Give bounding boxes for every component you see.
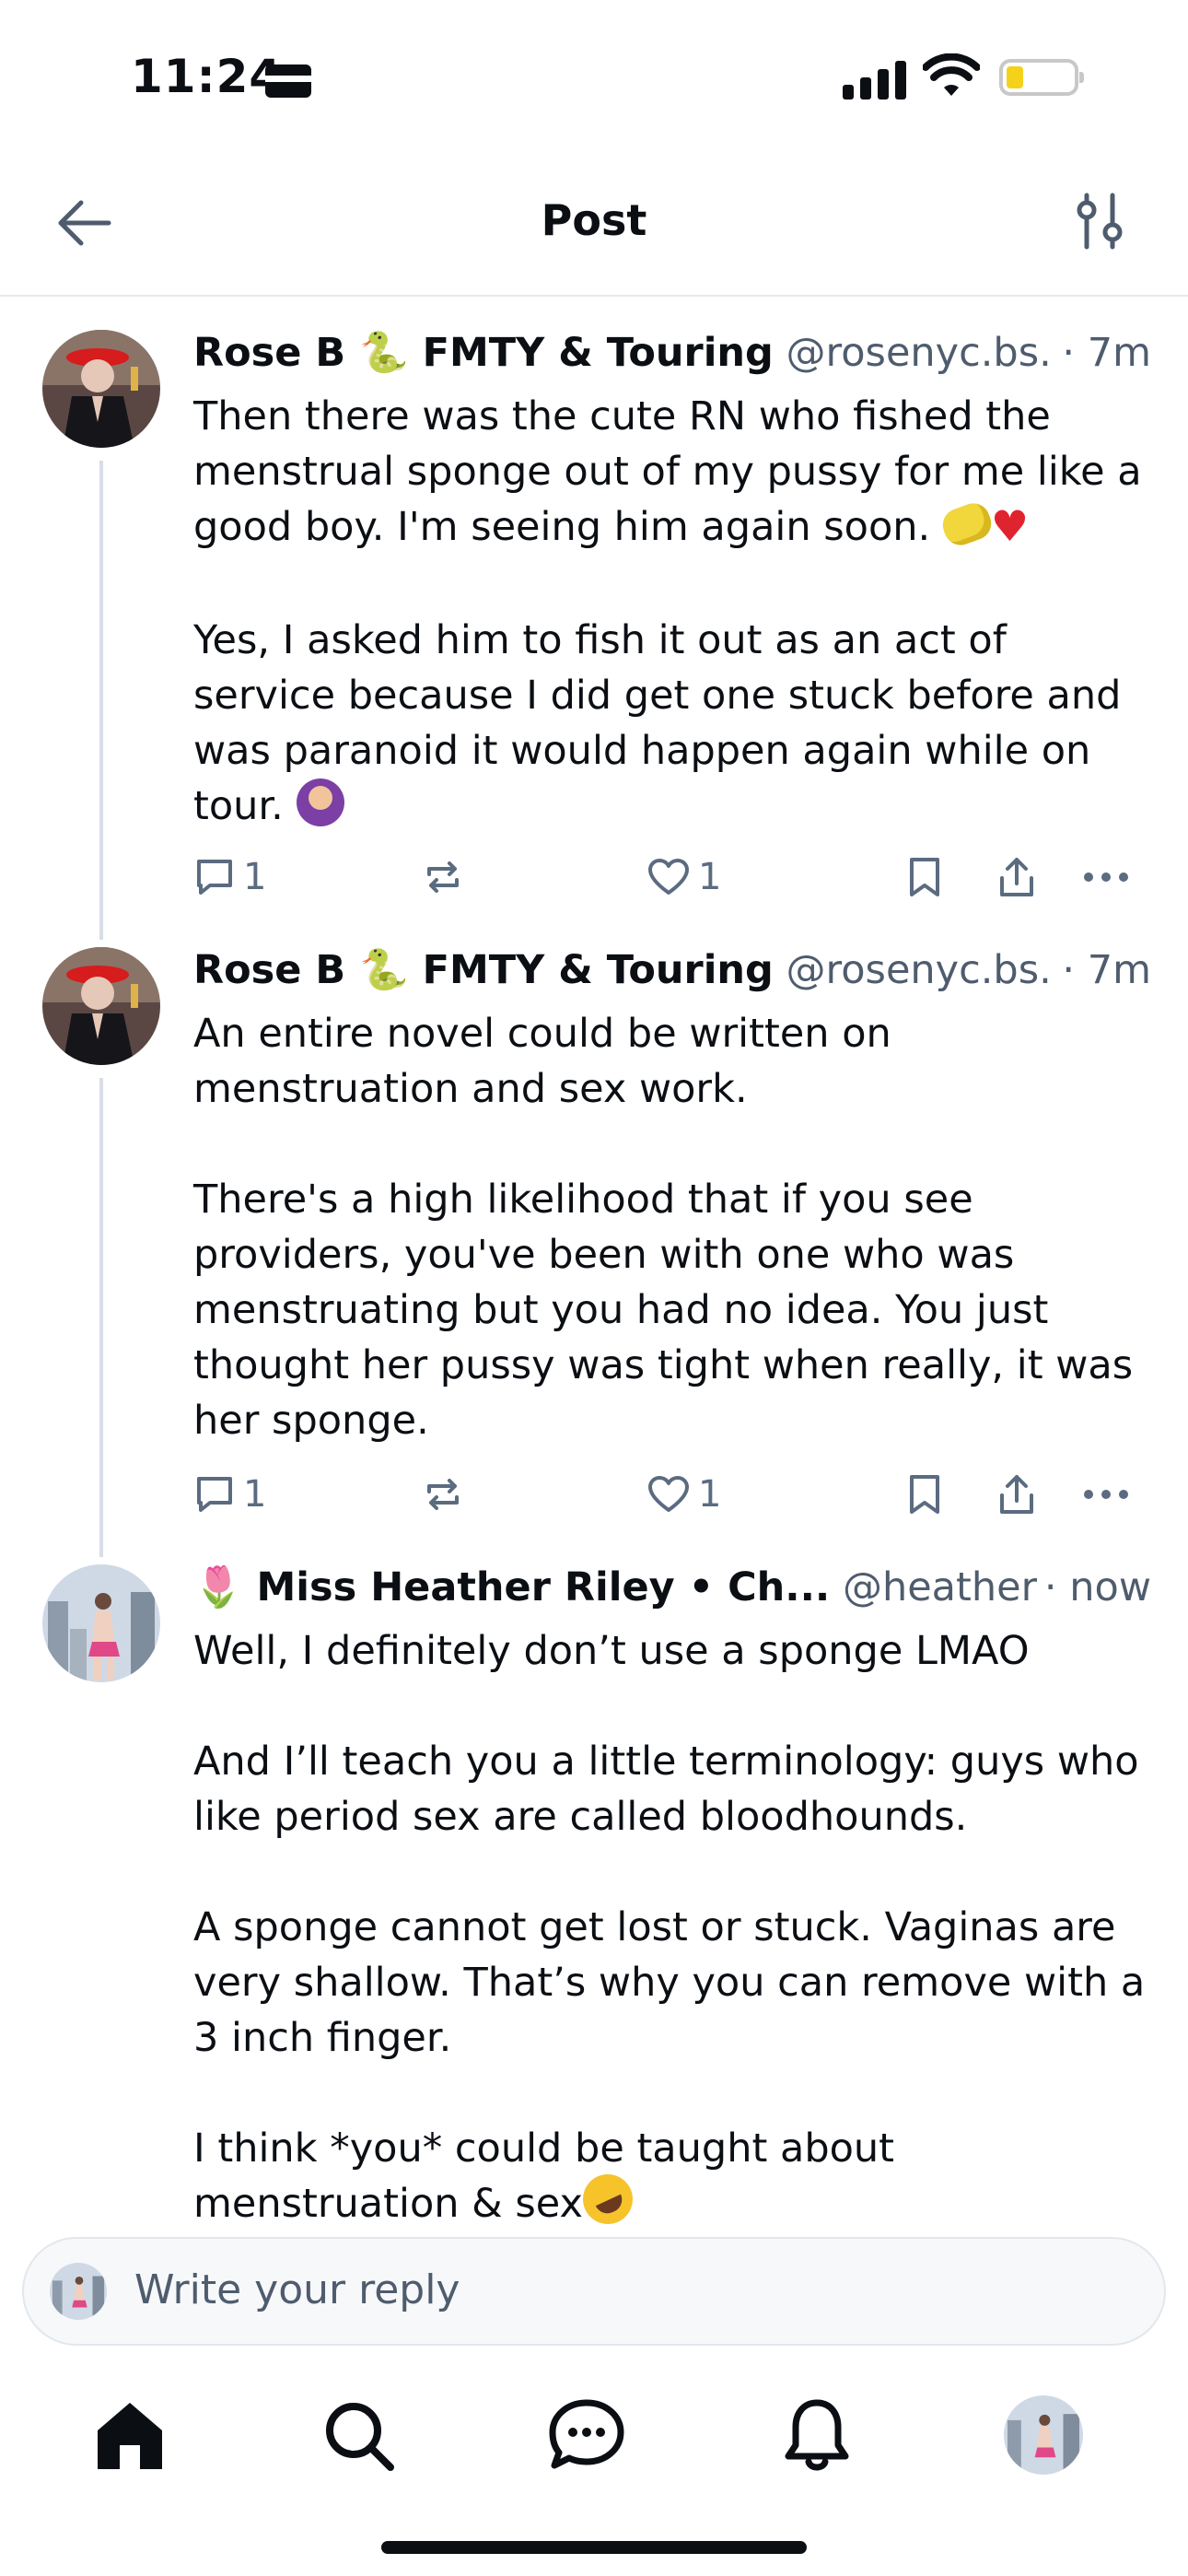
- heart-icon: [648, 1476, 689, 1512]
- post-body: Well, I definitely don’t use a sponge LM…: [193, 1623, 1151, 2228]
- avatar[interactable]: [42, 947, 160, 1065]
- author-name[interactable]: Rose B 🐍 FMTY & Touring: [193, 330, 774, 376]
- bookmark-button[interactable]: [906, 1467, 943, 1522]
- post[interactable]: Rose B 🐍 FMTY & Touring @rosenyc.bs... ·…: [0, 947, 1188, 1537]
- status-bar: 11:24: [0, 0, 1188, 157]
- repost-button[interactable]: [422, 849, 464, 905]
- post-paragraph: Yes, I asked him to fish it out as an ac…: [193, 616, 1122, 829]
- sponge-emoji-icon: [938, 498, 996, 550]
- share-icon: [1000, 1475, 1033, 1514]
- author-handle[interactable]: @rosenyc.bs...: [786, 330, 1077, 376]
- post-paragraph: There's a high likelihood that if you se…: [193, 1177, 1134, 1444]
- post-time: · 7m: [1054, 947, 1151, 993]
- shrug-emoji-icon: [296, 779, 344, 826]
- ellipsis-icon: [1084, 1490, 1128, 1499]
- battery-icon: [999, 59, 1084, 96]
- ellipsis-icon: [1084, 872, 1128, 882]
- author-name[interactable]: 🌷 Miss Heather Riley • Ch...: [193, 1564, 830, 1610]
- avatar[interactable]: [42, 330, 160, 448]
- repost-icon: [427, 861, 459, 893]
- post-paragraph: I think *you* could be taught about mens…: [193, 2121, 1151, 2228]
- reply-count: 1: [243, 1473, 267, 1516]
- post-body: Then there was the cute RN who fished th…: [193, 389, 1151, 834]
- reply-button[interactable]: 1: [193, 849, 266, 905]
- post-paragraph: A sponge cannot get lost or stuck. Vagin…: [193, 1904, 1146, 2061]
- home-icon[interactable]: [88, 2394, 171, 2476]
- more-options-button[interactable]: [1083, 849, 1129, 905]
- post-paragraph: And I’ll teach you a little terminology:…: [193, 1739, 1139, 1840]
- rolling-laughing-emoji-icon: [575, 2165, 641, 2228]
- like-count: 1: [698, 1473, 722, 1516]
- post-actions: 1 1: [193, 849, 1151, 905]
- author-handle[interactable]: @rosenyc.bs...: [786, 947, 1077, 993]
- search-icon[interactable]: [317, 2394, 400, 2476]
- heart-icon: [648, 859, 689, 895]
- share-icon: [1000, 858, 1033, 896]
- post-time: · 7m: [1054, 330, 1151, 376]
- bookmark-icon: [910, 858, 939, 896]
- post-paragraph: Then there was the cute RN who fished th…: [193, 389, 1151, 557]
- status-time: 11:24: [131, 50, 283, 103]
- post-actions: 1 1: [193, 1467, 1151, 1522]
- chat-icon[interactable]: [545, 2394, 628, 2476]
- reply-icon: [197, 860, 232, 895]
- post-paragraph: An entire novel could be written on mens…: [193, 1011, 891, 1112]
- repost-button[interactable]: [422, 1467, 464, 1522]
- post-time: · now: [1036, 1564, 1151, 1610]
- post[interactable]: Rose B 🐍 FMTY & Touring @rosenyc.bs... ·…: [0, 330, 1188, 910]
- reply-button[interactable]: 1: [193, 1467, 266, 1522]
- thread-settings-icon[interactable]: [1074, 192, 1125, 251]
- avatar: [50, 2263, 107, 2320]
- wifi-icon: [923, 53, 980, 96]
- post-header: Rose B 🐍 FMTY & Touring @rosenyc.bs... ·…: [193, 330, 1151, 389]
- post-body: An entire novel could be written on mens…: [193, 1006, 1151, 1448]
- post-header: 🌷 Miss Heather Riley • Ch... @heatherr..…: [193, 1564, 1151, 1623]
- page-title: Post: [541, 195, 647, 245]
- cellular-signal-icon: [843, 57, 907, 100]
- post-paragraph: Well, I definitely don’t use a sponge LM…: [193, 1628, 1030, 1674]
- bell-icon[interactable]: [775, 2394, 858, 2476]
- red-heart-emoji-icon: ♥: [990, 500, 1030, 551]
- reply-count: 1: [243, 856, 267, 898]
- home-indicator: [381, 2541, 807, 2554]
- bookmark-icon: [910, 1475, 939, 1514]
- repost-icon: [427, 1479, 459, 1510]
- wallet-card-icon: [265, 64, 311, 98]
- profile-avatar[interactable]: [1004, 2395, 1083, 2475]
- reply-placeholder: Write your reply: [134, 2266, 460, 2313]
- like-count: 1: [698, 856, 722, 898]
- like-button[interactable]: 1: [646, 849, 721, 905]
- avatar[interactable]: [42, 1564, 160, 1682]
- bookmark-button[interactable]: [906, 849, 943, 905]
- like-button[interactable]: 1: [646, 1467, 721, 1522]
- top-header: Post: [0, 157, 1188, 297]
- author-name[interactable]: Rose B 🐍 FMTY & Touring: [193, 947, 774, 993]
- post[interactable]: 🌷 Miss Heather Riley • Ch... @heatherr..…: [0, 1564, 1188, 2228]
- more-options-button[interactable]: [1083, 1467, 1129, 1522]
- reply-input[interactable]: Write your reply: [22, 2237, 1166, 2346]
- reply-icon: [197, 1477, 232, 1512]
- share-button[interactable]: [996, 1467, 1037, 1522]
- post-header: Rose B 🐍 FMTY & Touring @rosenyc.bs... ·…: [193, 947, 1151, 1006]
- share-button[interactable]: [996, 849, 1037, 905]
